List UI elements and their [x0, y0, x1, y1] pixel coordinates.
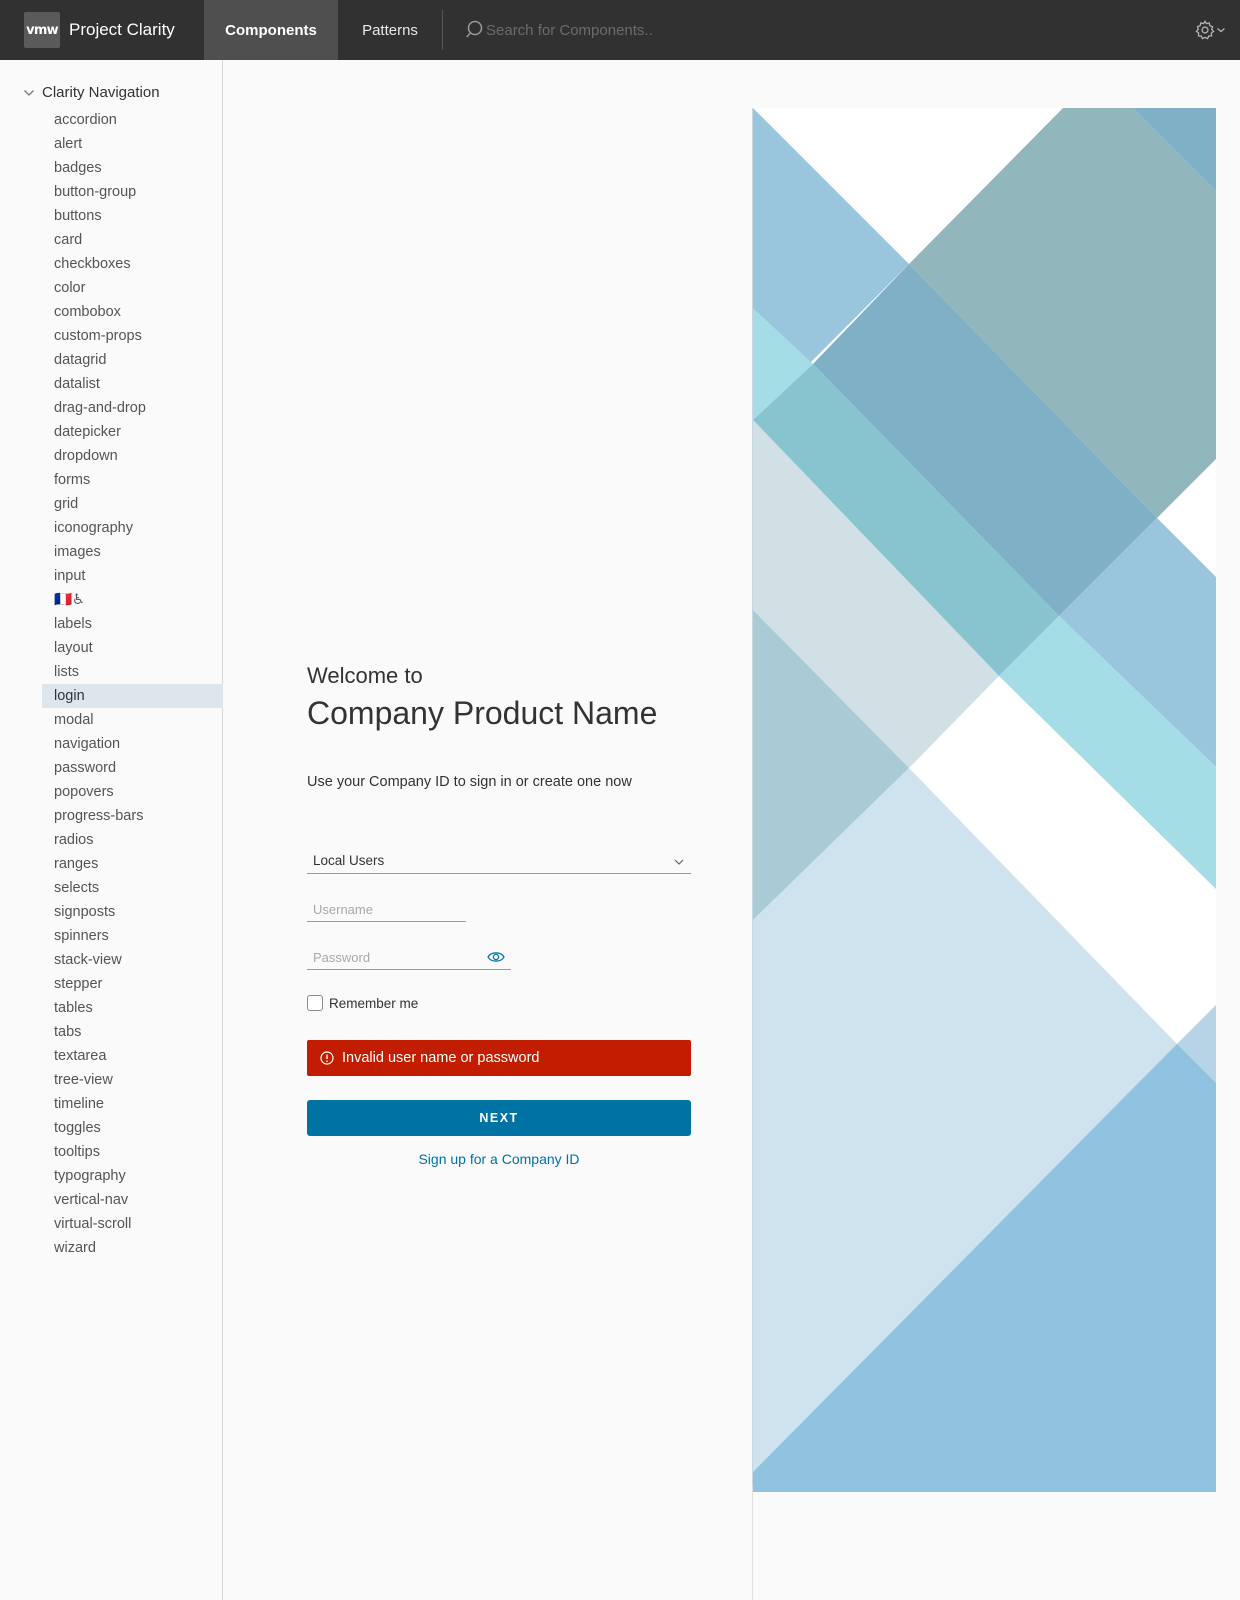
- sidebar-item-progress-bars[interactable]: progress-bars: [42, 804, 223, 828]
- chevron-down-icon: [674, 859, 684, 865]
- header-divider: [442, 10, 443, 50]
- sidebar-item-ranges[interactable]: ranges: [42, 852, 223, 876]
- sidebar-item-vertical-nav[interactable]: vertical-nav: [42, 1188, 223, 1212]
- search-input[interactable]: [486, 20, 746, 40]
- tab-components[interactable]: Components: [204, 0, 338, 60]
- sidebar-item-images[interactable]: images: [42, 540, 223, 564]
- sidebar-item-textarea[interactable]: textarea: [42, 1044, 223, 1068]
- auth-source-select[interactable]: Local Users: [307, 850, 691, 874]
- content-divider: [752, 1486, 753, 1600]
- vmware-logo: vmw: [24, 12, 60, 48]
- search-icon[interactable]: [466, 20, 486, 40]
- welcome-text: Welcome to: [307, 663, 423, 688]
- tab-patterns[interactable]: Patterns: [338, 0, 442, 60]
- sidebar-item-alert[interactable]: alert: [42, 132, 223, 156]
- sidebar-item-navigation[interactable]: navigation: [42, 732, 223, 756]
- sidebar-item-virtual-scroll[interactable]: virtual-scroll: [42, 1212, 223, 1236]
- sidebar: Clarity Navigation accordion alert badges b…: [0, 60, 223, 1600]
- username-field[interactable]: [307, 898, 466, 922]
- sidebar-item-checkboxes[interactable]: checkboxes: [42, 252, 223, 276]
- sidebar-item-tree-view[interactable]: tree-view: [42, 1068, 223, 1092]
- app-title: Project Clarity: [69, 20, 175, 39]
- product-name: Company Product Name: [307, 695, 658, 731]
- sidebar-item-labels[interactable]: labels: [42, 612, 223, 636]
- tree-root-label: Clarity Navigation: [42, 84, 160, 101]
- sidebar-item-layout[interactable]: layout: [42, 636, 223, 660]
- sidebar-item-forms[interactable]: forms: [42, 468, 223, 492]
- remember-me-checkbox[interactable]: [307, 995, 323, 1011]
- app-header: vmw Project Clarity Components Patterns: [0, 0, 1240, 60]
- password-field[interactable]: [307, 946, 511, 970]
- sidebar-item-lists[interactable]: lists: [42, 660, 223, 684]
- login-header: Welcome to Company Product Name Use your…: [307, 660, 691, 790]
- sidebar-item-login[interactable]: login: [42, 684, 223, 708]
- sidebar-item-tooltips[interactable]: tooltips: [42, 1140, 223, 1164]
- sidebar-item-card[interactable]: card: [42, 228, 223, 252]
- sidebar-item-datalist[interactable]: datalist: [42, 372, 223, 396]
- error-message: Invalid user name or password: [342, 1050, 540, 1066]
- sidebar-item-stack-view[interactable]: stack-view: [42, 948, 223, 972]
- sidebar-item-password[interactable]: password: [42, 756, 223, 780]
- sidebar-item-flag-accessibility[interactable]: 🇫🇷♿: [42, 588, 223, 612]
- remember-me[interactable]: Remember me: [307, 995, 418, 1011]
- sidebar-item-stepper[interactable]: stepper: [42, 972, 223, 996]
- sidebar-item-datagrid[interactable]: datagrid: [42, 348, 223, 372]
- sidebar-item-drag-and-drop[interactable]: drag-and-drop: [42, 396, 223, 420]
- sidebar-nav-list: accordion alert badges button-group buttons c…: [42, 108, 223, 1260]
- brand[interactable]: vmw Project Clarity: [24, 12, 175, 48]
- sidebar-item-iconography[interactable]: iconography: [42, 516, 223, 540]
- tree-root[interactable]: Clarity Navigation: [22, 84, 160, 101]
- sidebar-item-tabs[interactable]: tabs: [42, 1020, 223, 1044]
- password-input[interactable]: [307, 946, 477, 968]
- sidebar-item-timeline[interactable]: timeline: [42, 1092, 223, 1116]
- geometric-background-art: [753, 108, 1216, 1492]
- sidebar-item-badges[interactable]: badges: [42, 156, 223, 180]
- auth-source-value: Local Users: [313, 853, 385, 868]
- sidebar-item-dropdown[interactable]: dropdown: [42, 444, 223, 468]
- next-button[interactable]: NEXT: [307, 1100, 691, 1136]
- sidebar-item-custom-props[interactable]: custom-props: [42, 324, 223, 348]
- username-input[interactable]: [307, 898, 466, 920]
- sidebar-item-grid[interactable]: grid: [42, 492, 223, 516]
- login-illustration: [752, 108, 1216, 1492]
- sidebar-item-button-group[interactable]: button-group: [42, 180, 223, 204]
- exclamation-circle-icon: [320, 1051, 334, 1065]
- sidebar-item-modal[interactable]: modal: [42, 708, 223, 732]
- eye-icon[interactable]: [487, 950, 505, 964]
- sidebar-item-color[interactable]: color: [42, 276, 223, 300]
- sidebar-item-signposts[interactable]: signposts: [42, 900, 223, 924]
- sidebar-item-spinners[interactable]: spinners: [42, 924, 223, 948]
- sidebar-item-radios[interactable]: radios: [42, 828, 223, 852]
- sidebar-item-combobox[interactable]: combobox: [42, 300, 223, 324]
- sidebar-item-input[interactable]: input: [42, 564, 223, 588]
- sidebar-item-accordion[interactable]: accordion: [42, 108, 223, 132]
- chevron-down-icon: [24, 89, 34, 96]
- sidebar-item-toggles[interactable]: toggles: [42, 1116, 223, 1140]
- sidebar-item-datepicker[interactable]: datepicker: [42, 420, 223, 444]
- error-alert: Invalid user name or password: [307, 1040, 691, 1076]
- gear-icon: [1195, 20, 1215, 40]
- sidebar-item-tables[interactable]: tables: [42, 996, 223, 1020]
- sidebar-item-selects[interactable]: selects: [42, 876, 223, 900]
- sidebar-item-typography[interactable]: typography: [42, 1164, 223, 1188]
- remember-me-label: Remember me: [329, 995, 419, 1011]
- sidebar-item-wizard[interactable]: wizard: [42, 1236, 223, 1260]
- signup-link[interactable]: Sign up for a Company ID: [307, 1151, 691, 1167]
- sidebar-item-popovers[interactable]: popovers: [42, 780, 223, 804]
- settings-menu[interactable]: [1194, 18, 1234, 42]
- chevron-down-icon: [1217, 28, 1225, 33]
- sidebar-item-buttons[interactable]: buttons: [42, 204, 223, 228]
- login-subtitle: Use your Company ID to sign in or create…: [307, 774, 632, 790]
